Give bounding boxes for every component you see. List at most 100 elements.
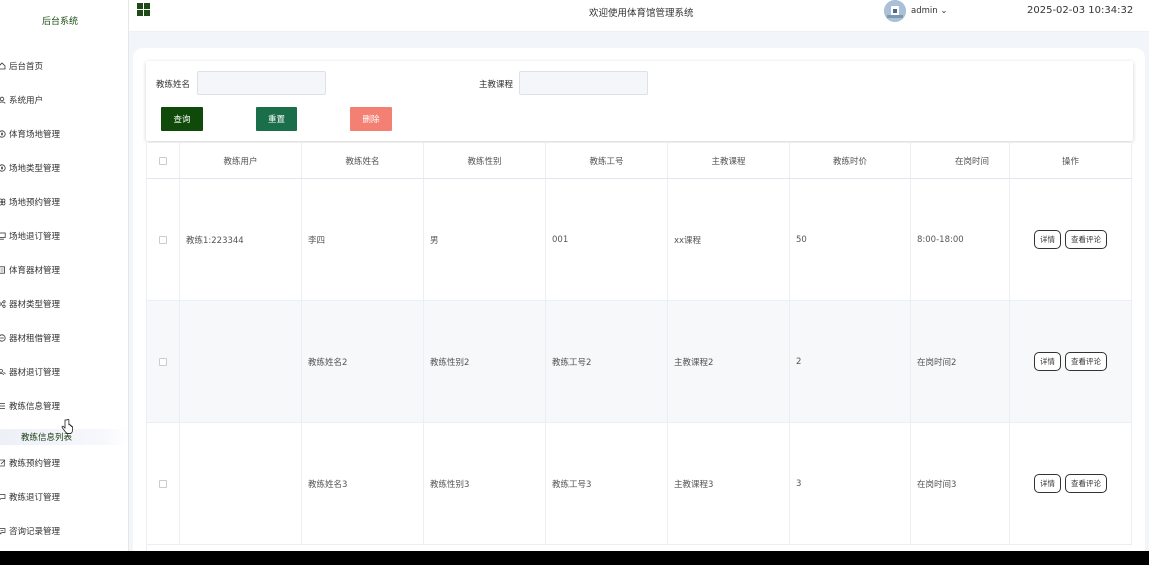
query-button[interactable]: 查询 (161, 107, 203, 131)
compass-icon (0, 130, 6, 138)
row-select-cell (147, 179, 180, 300)
screen-icon (0, 232, 6, 240)
app-window: 后台系统 后台首页系统用户体育场地管理场地类型管理 场地预约管理场地退订管理体育器… (0, 0, 1149, 551)
sidebar-item[interactable]: 场地预约管理 (0, 193, 128, 211)
sidebar-item[interactable]: 咨询记录管理 (0, 522, 128, 540)
sidebar-item[interactable]: 场地类型管理 (0, 159, 128, 177)
reset-button[interactable]: 重置 (256, 107, 297, 131)
circle-minus-icon (0, 334, 6, 342)
table-cell: 2 (790, 301, 911, 422)
brand-title: 后台系统 (41, 17, 78, 27)
home-icon (0, 62, 6, 70)
row-actions: 详情 查看评论 (1010, 179, 1132, 300)
column-header: 教练性别 (424, 143, 546, 178)
avatar[interactable] (884, 0, 906, 22)
table-cell: 教练性别2 (424, 301, 546, 422)
sidebar-item-label: 场地预约管理 (9, 198, 61, 208)
sidebar-item[interactable]: 体育场地管理 (0, 125, 128, 143)
row-checkbox[interactable] (159, 235, 167, 244)
table-cell: 3 (790, 423, 911, 544)
table-cell (180, 423, 302, 544)
view-reviews-button[interactable]: 查看评论 (1065, 474, 1107, 493)
table-row: 教练姓名2 教练性别2 教练工号2 主教课程2 2 在岗时间2 详情 查看评论 (147, 301, 1132, 423)
select-all-checkbox[interactable] (159, 156, 167, 165)
table-cell: 教练姓名3 (302, 423, 424, 544)
sidebar-item[interactable]: 器材租借管理 (0, 329, 128, 347)
compass-icon (0, 164, 6, 172)
message-icon (0, 527, 6, 535)
course-label: 主教课程 (479, 80, 514, 90)
row-checkbox[interactable] (159, 479, 167, 488)
sidebar-item[interactable]: 器材类型管理 (0, 295, 128, 313)
table-cell: 教练性别3 (424, 423, 546, 544)
sidebar-item-label: 器材类型管理 (9, 300, 61, 310)
table-cell: 8:00-18:00 (911, 179, 1010, 300)
column-header: 教练姓名 (302, 143, 424, 178)
user-name: admin (911, 6, 938, 16)
sidebar-item[interactable]: 系统用户 (0, 91, 128, 109)
page-title: 欢迎使用体育馆管理系统 (589, 8, 694, 19)
sidebar-item-label: 器材租借管理 (9, 334, 61, 344)
column-header: 教练用户 (180, 143, 302, 178)
user-menu[interactable]: admin ⌄ (911, 6, 947, 16)
column-header: 教练工号 (546, 143, 668, 178)
row-select-cell (147, 301, 180, 422)
menu-icon (0, 402, 6, 410)
detail-button[interactable]: 详情 (1034, 474, 1061, 493)
main-card: 教练姓名 主教课程 查询 重置 删除 教练用户 教练姓名 教练性别 教练工号 主教课程教… (133, 48, 1145, 551)
column-header: 主教课程 (668, 143, 790, 178)
sidebar-item[interactable]: 场地退订管理 (0, 227, 128, 245)
table-row: 教练1:223344 李四男 001 xx课程 50 8:00-18:00 详情 查看评论 (147, 179, 1132, 301)
hand-cursor-icon (61, 419, 73, 434)
table-cell: 教练1:223344 (180, 179, 302, 300)
row-actions: 详情 查看评论 (1010, 423, 1132, 544)
top-header: 欢迎使用体育馆管理系统 admin ⌄ 2025-02-03 10:34:32 (129, 0, 1149, 32)
column-header: 在岗时间 (911, 143, 1010, 178)
edit-icon (0, 459, 6, 467)
sidebar-item[interactable]: 后台首页 (0, 57, 128, 75)
sidebar: 后台系统 后台首页系统用户体育场地管理场地类型管理 场地预约管理场地退订管理体育器… (0, 0, 129, 551)
share-icon (0, 300, 6, 308)
sidebar-item-label: 系统用户 (9, 96, 44, 106)
sidebar-item-label: 体育器材管理 (9, 266, 61, 276)
table-cell: 在岗时间2 (911, 301, 1010, 422)
sidebar-item-label: 教练信息管理 (9, 402, 61, 412)
coach-name-input[interactable] (197, 71, 326, 95)
delete-button[interactable]: 删除 (350, 107, 392, 131)
sidebar-item[interactable]: 教练信息管理 (0, 397, 128, 415)
sidebar-item-label: 场地类型管理 (9, 164, 61, 174)
grid-menu-icon[interactable] (137, 3, 150, 16)
table-cell: 教练工号2 (546, 301, 668, 422)
detail-button[interactable]: 详情 (1034, 230, 1061, 249)
table-row: 教练姓名3 教练性别3 教练工号3 主教课程3 3 在岗时间3 详情 查看评论 (147, 423, 1132, 545)
clover-icon (0, 198, 6, 206)
chevron-down-icon: ⌄ (937, 6, 948, 16)
row-checkbox[interactable] (159, 357, 167, 366)
sidebar-item-label: 器材退订管理 (9, 368, 61, 378)
table-header: 教练用户 教练姓名 教练性别 教练工号 主教课程 教练时价 在岗时间 操作 (147, 143, 1132, 179)
table-cell: 教练工号3 (546, 423, 668, 544)
table-cell: 在岗时间3 (911, 423, 1010, 544)
table-cell: 教练姓名2 (302, 301, 424, 422)
device-icon (0, 266, 6, 274)
sidebar-item[interactable]: 体育器材管理 (0, 261, 128, 279)
sidebar-item[interactable]: 器材退订管理 (0, 363, 128, 381)
row-select-cell (147, 423, 180, 544)
course-input[interactable] (519, 71, 648, 95)
detail-button[interactable]: 详情 (1034, 352, 1061, 371)
table-cell: 男 (424, 179, 546, 300)
table-cell: 李四 (302, 179, 424, 300)
table-cell: xx课程 (668, 179, 790, 300)
search-panel: 教练姓名 主教课程 查询 重置 删除 (146, 61, 1133, 141)
sidebar-item-label: 教练预约管理 (9, 459, 61, 469)
sidebar-item-label: 后台首页 (9, 62, 44, 72)
view-reviews-button[interactable]: 查看评论 (1065, 352, 1107, 371)
table-cell: 001 (546, 179, 668, 300)
table-cell: 50 (790, 179, 911, 300)
view-reviews-button[interactable]: 查看评论 (1065, 230, 1107, 249)
sidebar-item[interactable]: 教练预约管理 (0, 454, 128, 472)
sidebar-item-label: 教练退订管理 (9, 493, 61, 503)
sidebar-item[interactable]: 教练退订管理 (0, 488, 128, 506)
table-row (147, 545, 1132, 551)
row-actions: 详情 查看评论 (1010, 301, 1132, 422)
